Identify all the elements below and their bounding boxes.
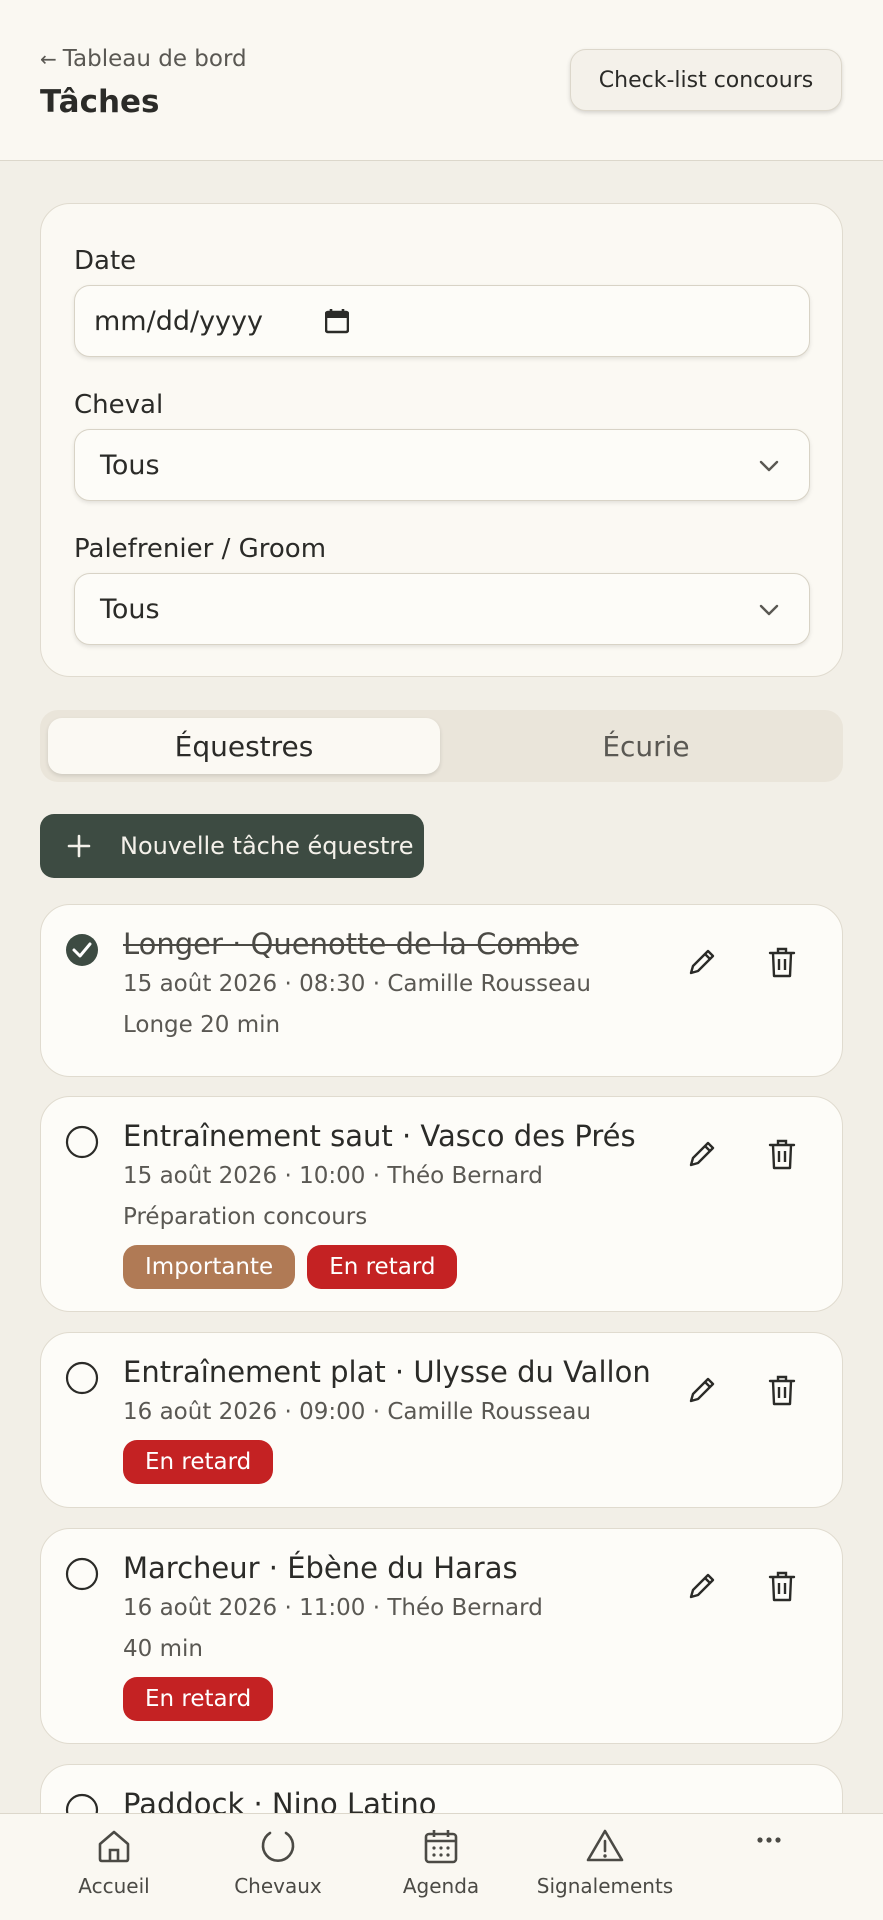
trash-icon[interactable] (766, 945, 798, 979)
checked-circle-icon[interactable] (65, 933, 99, 967)
task-meta: 15 août 2026 · 08:30 · Camille Rousseau (123, 971, 591, 997)
tab-stable[interactable]: Écurie (450, 718, 842, 774)
date-filter-input[interactable]: mm/dd/yyyy (74, 285, 810, 357)
nav-item-agenda[interactable]: Agenda (371, 1826, 511, 1898)
task-note: Longe 20 min (123, 1012, 281, 1038)
task-meta: 15 août 2026 · 10:00 · Théo Bernard (123, 1163, 543, 1189)
calendar-icon (424, 1830, 458, 1864)
task-title: Longer · Quenotte de la Combe (123, 927, 579, 961)
late-badge: En retard (307, 1245, 458, 1289)
nav-horses-label: Chevaux (234, 1874, 322, 1898)
nav-item-home[interactable]: Accueil (44, 1826, 184, 1898)
groom-filter-value: Tous (100, 593, 160, 625)
task-card: Entraînement saut · Vasco des Prés 15 ao… (40, 1096, 843, 1312)
chevron-down-icon (759, 460, 779, 472)
pencil-icon[interactable] (685, 1373, 719, 1407)
more-dots-icon (757, 1837, 781, 1843)
plus-icon (67, 834, 91, 858)
top-header: ← Tableau de bord Tâches Check-list conc… (0, 0, 883, 161)
home-icon (98, 1830, 130, 1863)
task-title: Marcheur · Ébène du Haras (123, 1551, 518, 1585)
task-meta: 16 août 2026 · 09:00 · Camille Rousseau (123, 1399, 591, 1425)
nav-agenda-label: Agenda (402, 1874, 480, 1898)
task-badges: Importante En retard (123, 1245, 458, 1289)
bottom-navigation: Accueil Chevaux Agenda Signalements (0, 1813, 883, 1920)
unchecked-circle-icon[interactable] (65, 1361, 99, 1395)
chevron-down-icon (759, 604, 779, 616)
task-title: Entraînement saut · Vasco des Prés (123, 1119, 636, 1153)
nav-item-reports[interactable]: Signalements (535, 1826, 675, 1898)
trash-icon[interactable] (766, 1373, 798, 1407)
back-arrow-icon: ← (40, 47, 57, 71)
task-note: Préparation concours (123, 1204, 368, 1230)
pencil-icon[interactable] (685, 1569, 719, 1603)
important-badge: Importante (123, 1245, 296, 1289)
back-link-label: Tableau de bord (62, 46, 247, 72)
competition-checklist-button[interactable]: Check-list concours (570, 49, 842, 111)
tab-equestrian[interactable]: Équestres (48, 718, 440, 774)
date-filter-value: mm/dd/yyyy (94, 305, 263, 337)
task-meta: 16 août 2026 · 11:00 · Théo Bernard (123, 1595, 543, 1621)
groom-filter-select[interactable]: Tous (74, 573, 810, 645)
nav-item-more[interactable] (699, 1826, 839, 1874)
nav-reports-label: Signalements (536, 1874, 674, 1898)
pencil-icon[interactable] (685, 1137, 719, 1171)
nav-item-horses[interactable]: Chevaux (208, 1826, 348, 1898)
pencil-icon[interactable] (685, 945, 719, 979)
horse-filter-select[interactable]: Tous (74, 429, 810, 501)
page-title: Tâches (40, 84, 160, 120)
late-badge: En retard (123, 1440, 274, 1484)
unchecked-circle-icon[interactable] (65, 1557, 99, 1591)
nav-home-label: Accueil (78, 1874, 150, 1898)
task-card: Marcheur · Ébène du Haras 16 août 2026 ·… (40, 1528, 843, 1744)
task-note: 40 min (123, 1636, 203, 1662)
task-type-tabs: Équestres Écurie (40, 710, 843, 782)
new-task-label: Nouvelle tâche équestre (120, 832, 414, 860)
task-title: Entraînement plat · Ulysse du Vallon (123, 1355, 651, 1389)
date-filter-label: Date (74, 246, 137, 276)
task-card: Entraînement plat · Ulysse du Vallon 16 … (40, 1332, 843, 1508)
groom-filter-label: Palefrenier / Groom (74, 534, 327, 564)
new-equestrian-task-button[interactable]: Nouvelle tâche équestre (40, 814, 424, 878)
trash-icon[interactable] (766, 1137, 798, 1171)
task-badges: En retard (123, 1440, 274, 1484)
horse-filter-label: Cheval (74, 390, 164, 420)
loading-spinner-icon (261, 1831, 295, 1862)
filters-card: Date mm/dd/yyyy Cheval Tous Palefrenier … (40, 203, 843, 677)
horse-filter-value: Tous (100, 449, 160, 481)
task-card: Longer · Quenotte de la Combe 15 août 20… (40, 904, 843, 1077)
warning-triangle-icon (586, 1829, 624, 1862)
unchecked-circle-icon[interactable] (65, 1125, 99, 1159)
back-to-dashboard-link[interactable]: ← Tableau de bord (40, 46, 247, 72)
trash-icon[interactable] (766, 1569, 798, 1603)
late-badge: En retard (123, 1677, 274, 1721)
task-badges: En retard (123, 1677, 274, 1721)
calendar-icon[interactable] (325, 308, 349, 334)
